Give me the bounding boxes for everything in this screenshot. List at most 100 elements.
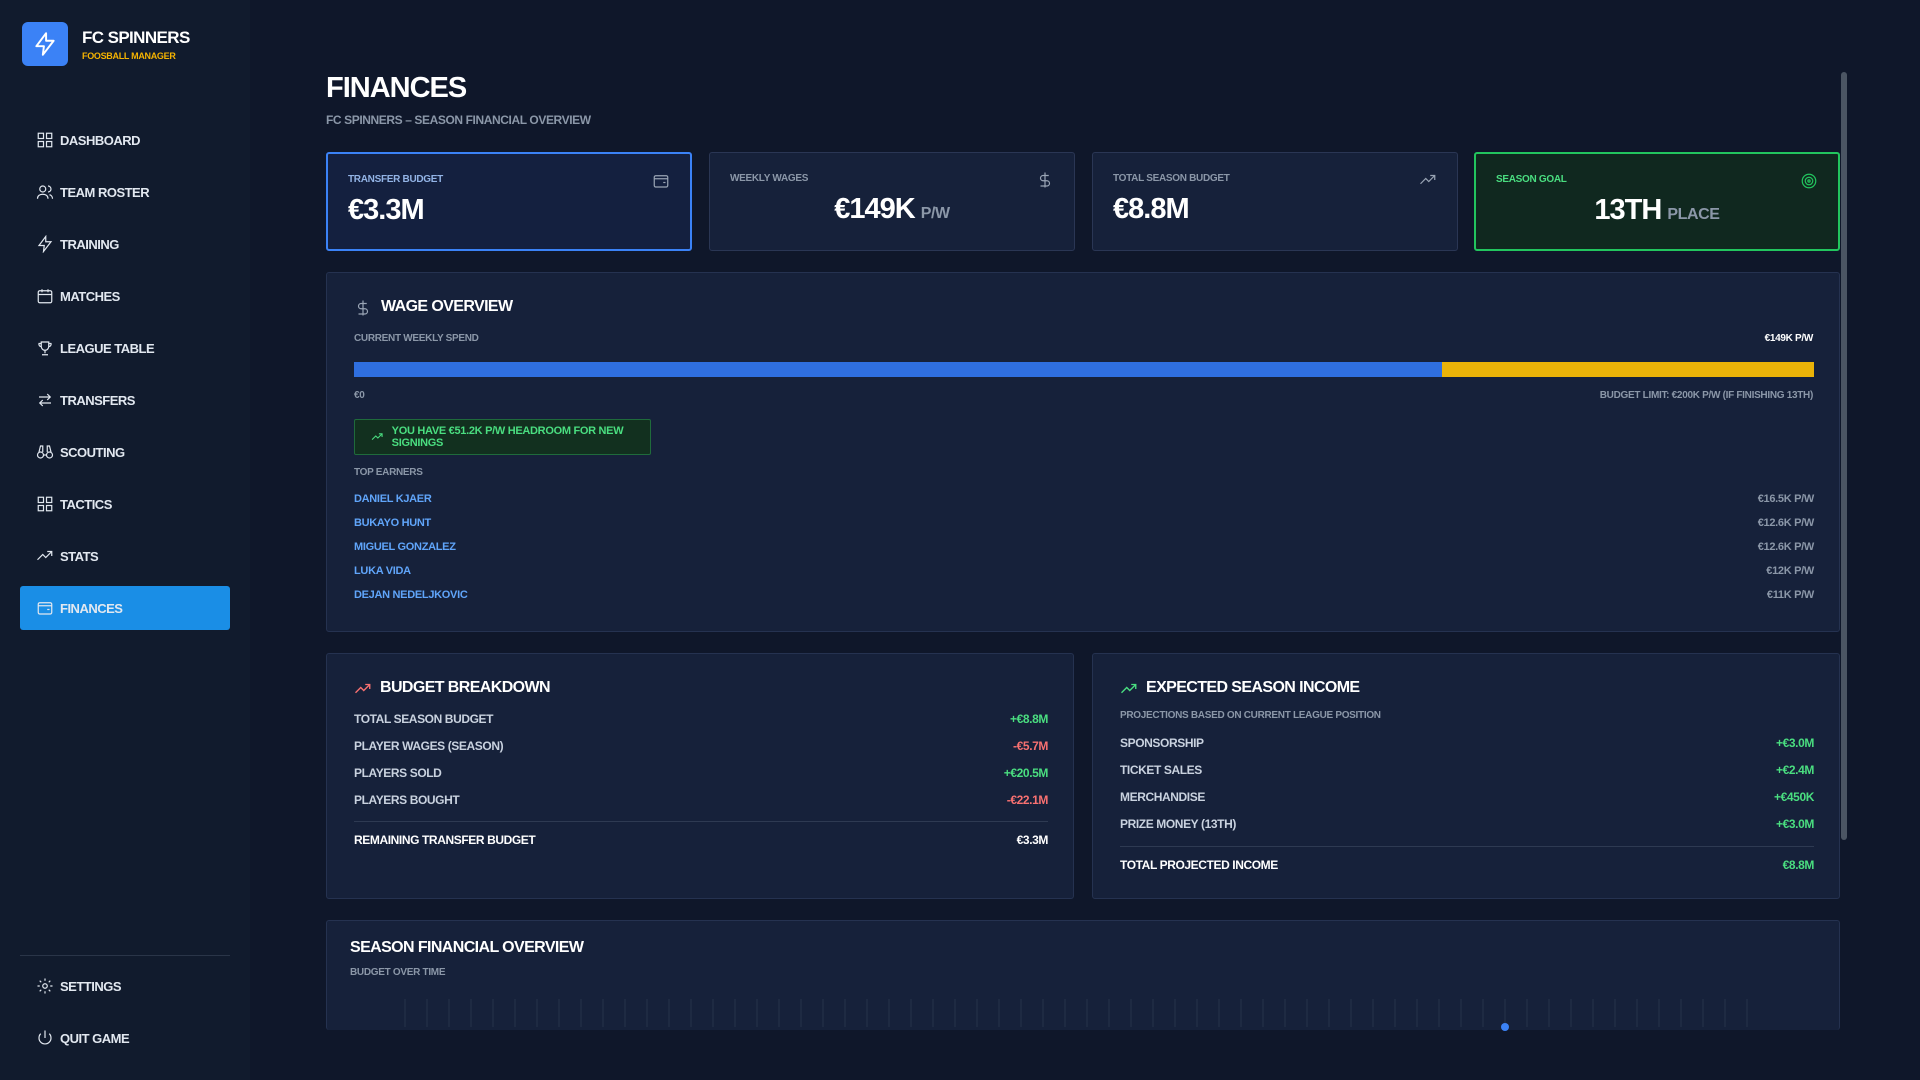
transfer-budget-card: TRANSFER BUDGET €3.3M (326, 152, 692, 251)
nav-item-training[interactable]: TRAINING (20, 222, 230, 266)
lightning-logo-icon (22, 22, 68, 66)
wallet-icon (653, 175, 669, 188)
earner-row[interactable]: DEJAN NEDELJKOVIC €11K P/W (354, 586, 1814, 610)
earner-wage: €11K P/W (1766, 589, 1814, 601)
trend-icon (371, 433, 383, 441)
total-season-budget-card: TOTAL SEASON BUDGET €8.8M (1092, 152, 1458, 251)
current-weekly-spend-label: CURRENT WEEKLY SPEND (354, 333, 479, 344)
earner-name[interactable]: LUKA VIDA (354, 565, 411, 577)
earner-name[interactable]: MIGUEL GONZALEZ (354, 541, 456, 553)
stat-label: TOTAL SEASON BUDGET (1113, 173, 1230, 184)
nav-item-quit-game[interactable]: QUIT GAME (20, 1016, 230, 1060)
budget-timeline-chart (404, 999, 1748, 1031)
earner-row[interactable]: LUKA VIDA €12K P/W (354, 562, 1814, 586)
nav-item-league-table[interactable]: LEAGUE TABLE (20, 326, 230, 370)
season-overview-title: SEASON FINANCIAL OVERVIEW (350, 939, 584, 956)
income-value: +€3.0M (1776, 817, 1814, 831)
grid-icon (37, 496, 53, 512)
income-label: SPONSORSHIP (1120, 736, 1204, 750)
budget-limit-label: BUDGET LIMIT: €200K P/W (IF FINISHING 13… (1599, 390, 1814, 401)
nav-label: TACTICS (60, 496, 112, 512)
nav-label: FINANCES (60, 600, 123, 616)
stat-value: €149K (834, 193, 915, 225)
breakdown-row: PLAYERS SOLD +€20.5M (354, 762, 1048, 784)
stat-label: SEASON GOAL (1496, 174, 1567, 185)
nav-item-stats[interactable]: STATS (20, 534, 230, 578)
earner-wage: €12.6K P/W (1757, 517, 1815, 529)
stat-value: €8.8M (1113, 193, 1190, 225)
trend-icon (37, 550, 53, 561)
earner-name[interactable]: DEJAN NEDELJKOVIC (354, 589, 468, 601)
app-subtitle: FOOSBALL MANAGER (82, 50, 176, 61)
top-earners-label: TOP EARNERS (354, 467, 423, 478)
scrollbar-thumb[interactable] (1841, 72, 1847, 840)
earner-row[interactable]: BUKAYO HUNT €12.6K P/W (354, 514, 1814, 538)
income-row: MERCHANDISE +€450K (1120, 786, 1814, 808)
calendar-icon (37, 289, 53, 304)
binoculars-icon (36, 445, 54, 459)
headroom-text: YOU HAVE €51.2K P/W HEADROOM FOR NEW SIG… (391, 425, 624, 449)
nav-label: SCOUTING (60, 444, 125, 460)
wage-budget-bar (354, 362, 1814, 377)
income-row: TICKET SALES +€2.4M (1120, 759, 1814, 781)
timeline-current-marker (1501, 1023, 1509, 1031)
income-label: MERCHANDISE (1120, 790, 1205, 804)
target-icon (1801, 173, 1817, 189)
expected-income-panel: EXPECTED SEASON INCOME PROJECTIONS BASED… (1092, 653, 1840, 899)
stat-label: WEEKLY WAGES (730, 173, 809, 184)
earner-row[interactable]: DANIEL KJAER €16.5K P/W (354, 490, 1814, 514)
nav-item-finances[interactable]: FINANCES (20, 586, 230, 630)
nav-label: TRANSFERS (60, 392, 135, 408)
sidebar-divider (20, 955, 230, 956)
app-name: FC SPINNERS (82, 27, 190, 47)
income-value: +€3.0M (1776, 736, 1814, 750)
breakdown-total-label: REMAINING TRANSFER BUDGET (354, 833, 536, 847)
breakdown-value: +€8.8M (1010, 712, 1048, 726)
breakdown-label: PLAYERS BOUGHT (354, 793, 460, 807)
nav-item-dashboard[interactable]: DASHBOARD (20, 118, 230, 162)
power-icon (38, 1030, 52, 1045)
nav-label: SETTINGS (60, 978, 122, 994)
nav-item-transfers[interactable]: TRANSFERS (20, 378, 230, 422)
earner-name[interactable]: BUKAYO HUNT (354, 517, 431, 529)
trend-icon (355, 683, 371, 694)
breakdown-label: PLAYER WAGES (SEASON) (354, 739, 504, 753)
bar-min-label: €0 (354, 390, 365, 401)
app-logo[interactable]: FC SPINNERS FOOSBALL MANAGER (22, 22, 190, 66)
stat-value: 13TH (1594, 194, 1662, 226)
breakdown-value: -€22.1M (1006, 793, 1049, 807)
nav-item-matches[interactable]: MATCHES (20, 274, 230, 318)
stat-unit: P/W (920, 205, 950, 222)
current-weekly-spend-value: €149K P/W (1764, 333, 1814, 344)
grid-icon (37, 132, 53, 148)
nav-item-scouting[interactable]: SCOUTING (20, 430, 230, 474)
wallet-icon (37, 602, 53, 615)
expected-income-subtitle: PROJECTIONS BASED ON CURRENT LEAGUE POSI… (1120, 710, 1381, 721)
nav-label: TEAM ROSTER (60, 184, 150, 200)
gear-icon (37, 978, 53, 994)
income-total-value: €8.8M (1782, 858, 1815, 872)
main-nav: DASHBOARD TEAM ROSTER TRAINING MATCHES L… (20, 118, 230, 638)
nav-item-tactics[interactable]: TACTICS (20, 482, 230, 526)
earner-wage: €12.6K P/W (1757, 541, 1815, 553)
income-value: +€2.4M (1776, 763, 1814, 777)
page-title: FINANCES (326, 72, 467, 104)
stat-value: €3.3M (348, 194, 425, 226)
headroom-notice: YOU HAVE €51.2K P/W HEADROOM FOR NEW SIG… (354, 419, 651, 455)
trend-icon (1420, 174, 1436, 185)
dollar-icon (1039, 172, 1051, 188)
page-subtitle: FC SPINNERS – SEASON FINANCIAL OVERVIEW (326, 113, 591, 127)
budget-breakdown-panel: BUDGET BREAKDOWN TOTAL SEASON BUDGET +€8… (326, 653, 1074, 899)
earner-wage: €12K P/W (1766, 565, 1814, 577)
nav-item-team-roster[interactable]: TEAM ROSTER (20, 170, 230, 214)
sidebar: FC SPINNERS FOOSBALL MANAGER DASHBOARD T… (0, 0, 250, 1080)
nav-item-settings[interactable]: SETTINGS (20, 964, 230, 1008)
stat-value-row: 13TH PLACE (1476, 194, 1838, 227)
users-icon (36, 185, 54, 199)
nav-label: DASHBOARD (60, 132, 141, 148)
earner-row[interactable]: MIGUEL GONZALEZ €12.6K P/W (354, 538, 1814, 562)
earner-name[interactable]: DANIEL KJAER (354, 493, 432, 505)
season-overview-subtitle: BUDGET OVER TIME (350, 967, 446, 978)
earner-wage: €16.5K P/W (1757, 493, 1815, 505)
stat-value-row: €149K P/W (710, 193, 1074, 226)
